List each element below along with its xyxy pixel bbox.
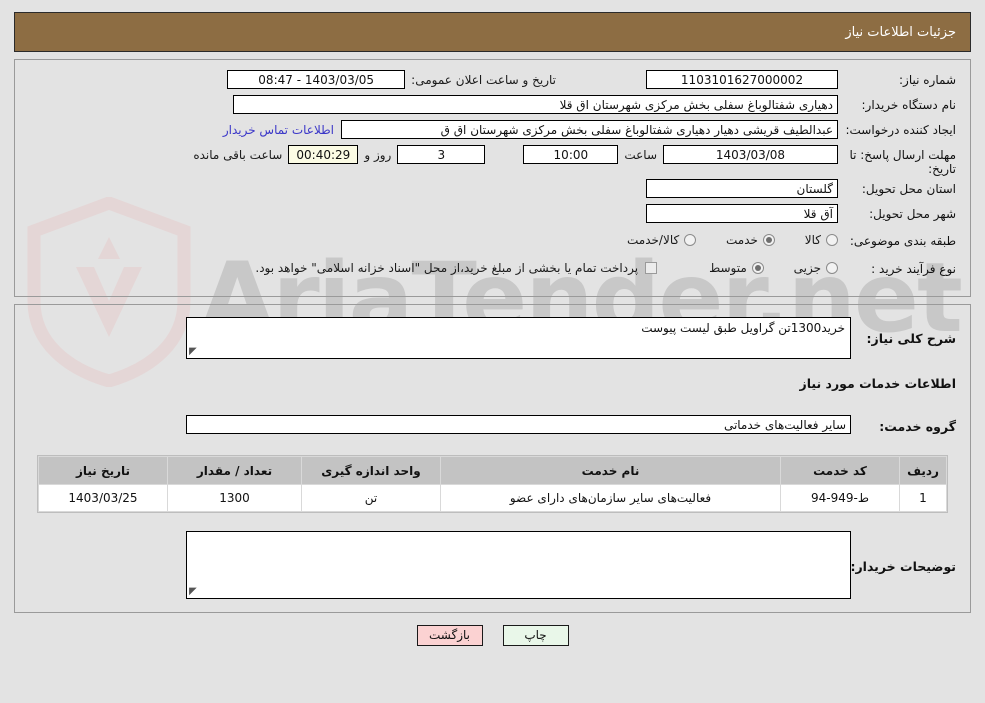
col-service-name: نام خدمت (440, 456, 781, 485)
radio-motavaset-icon[interactable] (751, 262, 764, 274)
description-textarea[interactable]: خرید1300تن گراویل طبق لیست پیوست ◥ (186, 317, 851, 359)
announce-datetime-field: 1403/03/05 - 08:47 (227, 70, 406, 89)
row-service-group: گروه خدمت: سایر فعالیت‌های خدماتی (29, 415, 956, 437)
city-field: آق قلا (646, 204, 838, 223)
row-city: شهر محل تحویل: آق قلا (29, 204, 956, 226)
row-description: شرح کلی نیاز: خرید1300تن گراویل طبق لیست… (29, 317, 956, 359)
province-label: استان محل تحویل: (861, 182, 956, 196)
row-deadline: مهلت ارسال پاسخ: تا تاریخ: 1403/03/08 سا… (29, 145, 956, 176)
services-table-wrapper: ردیف کد خدمت نام خدمت واحد اندازه گیری ت… (37, 455, 948, 513)
service-group-label: گروه خدمت: (879, 419, 956, 434)
radio-khedmat-icon[interactable] (762, 234, 775, 246)
radio-item-motavaset[interactable]: متوسط (709, 261, 764, 275)
deadline-hour-field: 10:00 (523, 145, 619, 164)
row-buyer-comments: توضیحات خریدار: ◥ (29, 531, 956, 599)
request-creator-field: عبدالطیف قریشی دهیار دهیاری شفتالوباغ سف… (341, 120, 838, 139)
row-need-number: شماره نیاز: 1103101627000002 تاریخ و ساع… (29, 70, 956, 92)
print-button[interactable]: چاپ (502, 625, 569, 646)
back-button[interactable]: بازگشت (416, 625, 483, 646)
row-services-title: اطلاعات خدمات مورد نیاز (29, 373, 957, 395)
radio-kala-icon[interactable] (826, 234, 838, 246)
remaining-time-field: 00:40:29 (288, 145, 359, 164)
classification-label: طبقه بندی موضوعی: (849, 234, 956, 248)
table-row: 1 ط-949-94 فعالیت‌های سایر سازمان‌های دا… (38, 484, 947, 512)
treasury-checkbox-label: پرداخت تمام یا بخشی از مبلغ خرید،از محل … (255, 261, 639, 275)
col-row-no: ردیف (899, 456, 947, 485)
service-group-field: سایر فعالیت‌های خدماتی (186, 415, 851, 434)
checkbox-icon[interactable] (645, 262, 658, 274)
cell-need-date: 1403/03/25 (38, 484, 168, 512)
treasury-checkbox-item[interactable]: پرداخت تمام یا بخشی از مبلغ خرید،از محل … (255, 261, 658, 275)
row-classification: طبقه بندی موضوعی: کالا خدمت کالا/خدمت (29, 231, 956, 253)
radio-item-kala-khedmat[interactable]: کالا/خدمت (627, 233, 697, 247)
page-header: جزئیات اطلاعات نیاز (14, 12, 971, 52)
need-number-field: 1103101627000002 (646, 70, 838, 89)
resize-handle-icon[interactable]: ◥ (189, 346, 199, 357)
deadline-label: مهلت ارسال پاسخ: تا تاریخ: (849, 148, 956, 176)
radio-item-jozei[interactable]: جزیی (794, 261, 838, 275)
col-quantity: تعداد / مقدار (167, 456, 302, 485)
request-creator-label: ایجاد کننده درخواست: (845, 123, 956, 137)
cell-quantity: 1300 (167, 484, 302, 512)
row-request-creator: ایجاد کننده درخواست: عبدالطیف قریشی دهیا… (29, 120, 956, 142)
services-section-title: اطلاعات خدمات مورد نیاز (799, 376, 957, 391)
need-details-panel: شرح کلی نیاز: خرید1300تن گراویل طبق لیست… (14, 304, 971, 613)
buyer-org-label: نام دستگاه خریدار: (861, 98, 957, 112)
radio-kala-khedmat-icon[interactable] (684, 234, 697, 246)
classification-radio-group: کالا خدمت کالا/خدمت (601, 231, 838, 249)
row-buyer-org: نام دستگاه خریدار: دهیاری شفتالوباغ سفلی… (29, 95, 956, 117)
radio-item-kala[interactable]: کالا (805, 233, 838, 247)
radio-kala-label: کالا (804, 233, 821, 247)
description-label: شرح کلی نیاز: (866, 331, 956, 346)
radio-item-khedmat[interactable]: خدمت (726, 233, 775, 247)
footer-button-bar: چاپ بازگشت (0, 625, 985, 646)
table-header-row: ردیف کد خدمت نام خدمت واحد اندازه گیری ت… (38, 456, 947, 485)
cell-unit: تن (301, 484, 441, 512)
buyer-org-field: دهیاری شفتالوباغ سفلی بخش مرکزی شهرستان … (233, 95, 838, 114)
purchase-type-radio-group: جزیی متوسط (683, 259, 838, 277)
cell-row-no: 1 (899, 484, 947, 512)
deadline-hour-label: ساعت (624, 148, 657, 162)
cell-service-name: فعالیت‌های سایر سازمان‌های دارای عضو (440, 484, 781, 512)
radio-jozei-label: جزیی (793, 261, 821, 275)
need-number-label: شماره نیاز: (899, 73, 956, 87)
buyer-comments-textarea[interactable]: ◥ (186, 531, 851, 599)
col-need-date: تاریخ نیاز (38, 456, 168, 485)
city-label: شهر محل تحویل: (869, 207, 956, 221)
resize-handle-icon[interactable]: ◥ (189, 586, 199, 597)
row-purchase-type: نوع فرآیند خرید : جزیی متوسط پرداخت تمام… (29, 259, 956, 281)
description-text: خرید1300تن گراویل طبق لیست پیوست (641, 321, 845, 335)
purchase-type-label: نوع فرآیند خرید : (871, 262, 956, 276)
buyer-comments-label: توضیحات خریدار: (850, 559, 956, 574)
radio-kala-khedmat-label: کالا/خدمت (627, 233, 680, 247)
remaining-time-label: ساعت باقی مانده (193, 148, 283, 162)
page-title: جزئیات اطلاعات نیاز (845, 24, 956, 40)
radio-motavaset-label: متوسط (709, 261, 747, 275)
remaining-days-label: روز و (364, 148, 392, 162)
need-summary-panel: شماره نیاز: 1103101627000002 تاریخ و ساع… (14, 59, 971, 297)
deadline-date-field: 1403/03/08 (663, 145, 838, 164)
services-table: ردیف کد خدمت نام خدمت واحد اندازه گیری ت… (38, 456, 947, 512)
col-unit: واحد اندازه گیری (301, 456, 441, 485)
radio-jozei-icon[interactable] (826, 262, 838, 274)
announce-datetime-label: تاریخ و ساعت اعلان عمومی: (411, 73, 556, 87)
row-province: استان محل تحویل: گلستان (29, 179, 956, 201)
col-service-code: کد خدمت (780, 456, 900, 485)
radio-khedmat-label: خدمت (726, 233, 758, 247)
cell-service-code: ط-949-94 (780, 484, 900, 512)
province-field: گلستان (646, 179, 838, 198)
buyer-contact-link[interactable]: اطلاعات تماس خریدار (223, 120, 334, 137)
remaining-days-field: 3 (397, 145, 486, 164)
